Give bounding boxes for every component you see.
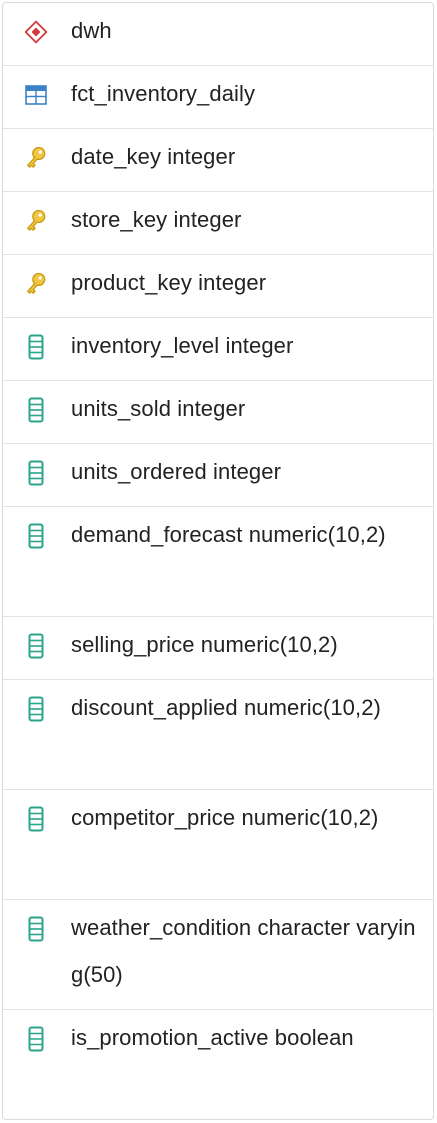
column-label: date_key integer <box>71 144 236 169</box>
key-icon <box>25 208 47 234</box>
column-icon <box>25 1026 47 1052</box>
column-label: inventory_level integer <box>71 333 294 358</box>
tree-node-schema[interactable]: dwh <box>3 3 433 66</box>
schema-tree-panel: dwh fct_inventory_daily date_key integer <box>2 2 434 1120</box>
column-label: store_key integer <box>71 207 242 232</box>
column-row[interactable]: demand_forecast numeric(10,2) <box>3 507 433 617</box>
column-icon <box>25 460 47 486</box>
schema-label: dwh <box>71 18 112 43</box>
column-row[interactable]: product_key integer <box>3 255 433 318</box>
column-row[interactable]: units_ordered integer <box>3 444 433 507</box>
column-label: product_key integer <box>71 270 267 295</box>
column-row[interactable]: is_promotion_active boolean <box>3 1010 433 1119</box>
table-icon <box>25 82 47 108</box>
column-row[interactable]: weather_condition character varying(50) <box>3 900 433 1010</box>
column-row[interactable]: discount_applied numeric(10,2) <box>3 680 433 790</box>
table-label: fct_inventory_daily <box>71 81 256 106</box>
column-label: selling_price numeric(10,2) <box>71 632 338 657</box>
column-label: demand_forecast numeric(10,2) <box>71 522 386 547</box>
column-label: is_promotion_active boolean <box>71 1025 354 1050</box>
column-icon <box>25 334 47 360</box>
column-icon <box>25 633 47 659</box>
column-row[interactable]: inventory_level integer <box>3 318 433 381</box>
column-row[interactable]: competitor_price numeric(10,2) <box>3 790 433 900</box>
schema-icon <box>25 19 47 45</box>
column-row[interactable]: units_sold integer <box>3 381 433 444</box>
column-row[interactable]: date_key integer <box>3 129 433 192</box>
column-label: units_sold integer <box>71 396 246 421</box>
key-icon <box>25 145 47 171</box>
column-icon <box>25 523 47 549</box>
column-icon <box>25 916 47 942</box>
column-label: weather_condition character varying(50) <box>71 915 416 987</box>
tree-node-table[interactable]: fct_inventory_daily <box>3 66 433 129</box>
column-label: discount_applied numeric(10,2) <box>71 695 381 720</box>
column-row[interactable]: selling_price numeric(10,2) <box>3 617 433 680</box>
column-icon <box>25 397 47 423</box>
column-label: competitor_price numeric(10,2) <box>71 805 379 830</box>
key-icon <box>25 271 47 297</box>
column-icon <box>25 806 47 832</box>
column-label: units_ordered integer <box>71 459 282 484</box>
column-row[interactable]: store_key integer <box>3 192 433 255</box>
column-icon <box>25 696 47 722</box>
